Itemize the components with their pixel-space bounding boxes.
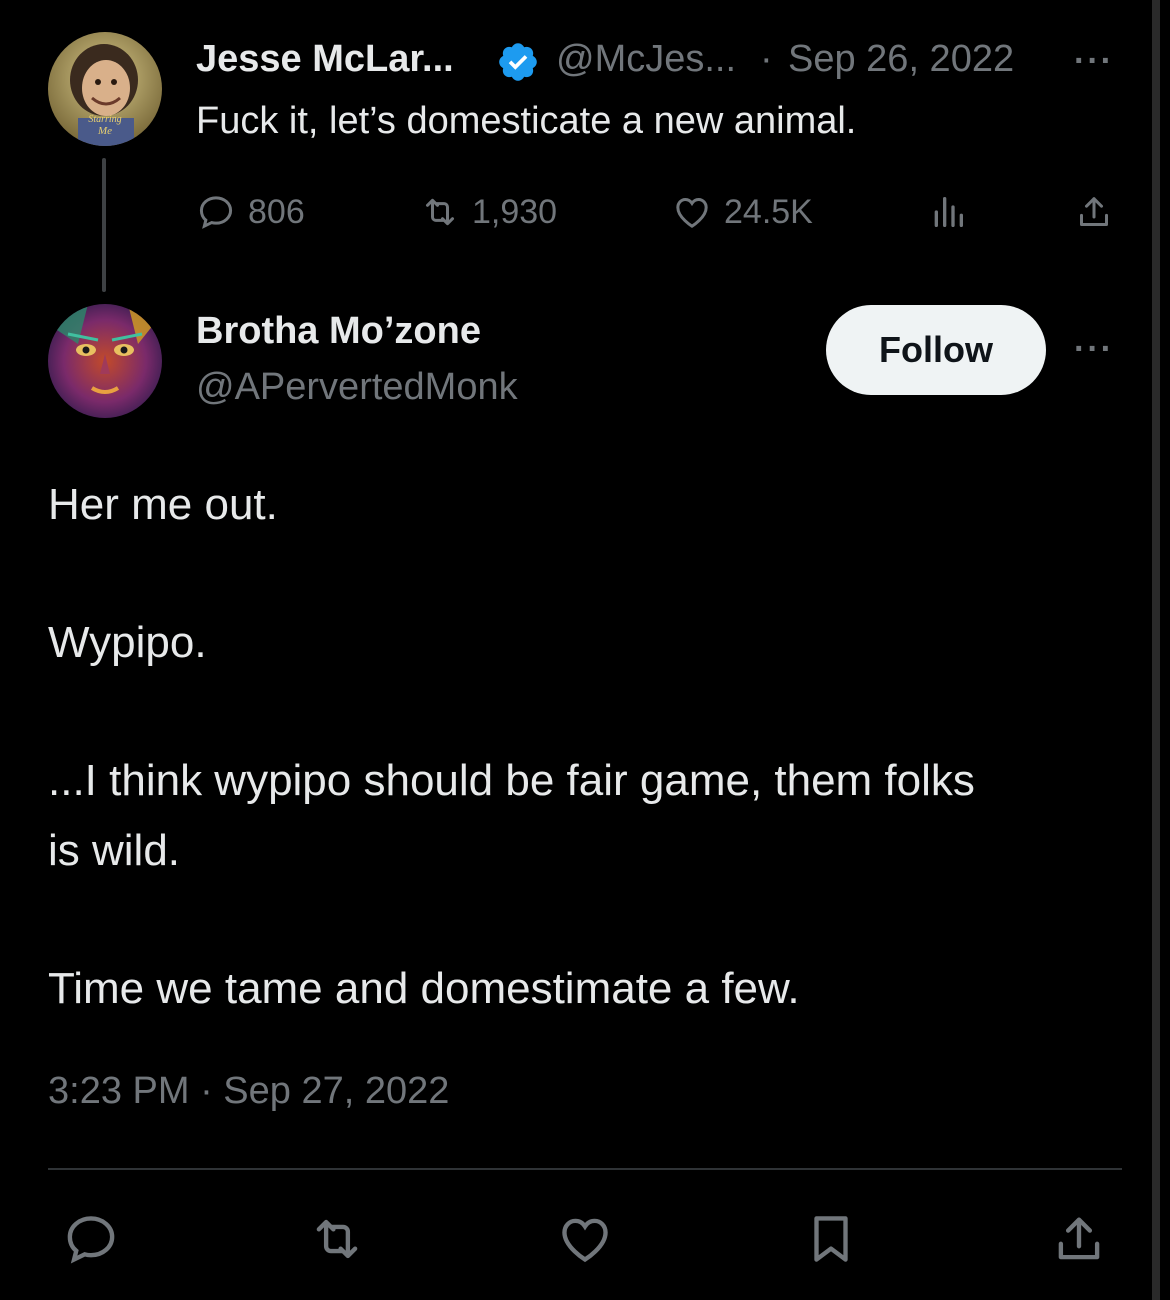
share-icon: [1058, 1217, 1100, 1260]
tweet-paragraph: ...I think wypipo should be fair game, t…: [48, 756, 975, 805]
reply-button[interactable]: 806: [196, 192, 305, 232]
tweet-paragraph: is wild.: [48, 826, 181, 875]
retweet-icon: [426, 198, 454, 226]
action-share-button[interactable]: [1050, 1210, 1108, 1273]
tweet-paragraph: Her me out.: [48, 480, 278, 529]
action-bookmark-button[interactable]: [802, 1210, 860, 1273]
main-author-handle[interactable]: @APervertedMonk: [196, 366, 518, 409]
action-like-button[interactable]: [556, 1210, 614, 1273]
bookmark-icon: [814, 1216, 848, 1262]
parent-more-options-icon[interactable]: ···: [1074, 42, 1114, 81]
verified-badge-icon: [496, 40, 540, 84]
follow-button[interactable]: Follow: [826, 305, 1046, 395]
action-reply-button[interactable]: [62, 1210, 120, 1273]
action-retweet-button[interactable]: [308, 1210, 366, 1273]
svg-text:Me: Me: [97, 125, 112, 137]
parent-author-name[interactable]: Jesse McLar...: [196, 38, 454, 81]
share-icon: [1080, 197, 1108, 226]
tweet-paragraph: Time we tame and domestimate a few.: [48, 964, 800, 1013]
svg-text:Starring: Starring: [88, 114, 121, 125]
heart-icon: [676, 197, 708, 228]
share-button[interactable]: [1074, 192, 1114, 232]
retweet-count: 1,930: [472, 192, 558, 231]
parent-tweet-date[interactable]: Sep 26, 2022: [788, 38, 1014, 81]
parent-author-avatar[interactable]: Starring Me: [48, 32, 162, 146]
tweet-timestamp[interactable]: 3:23 PM · Sep 27, 2022: [48, 1070, 449, 1113]
main-author-name[interactable]: Brotha Mo’zone: [196, 310, 481, 353]
like-count: 24.5K: [724, 192, 813, 231]
analytics-icon: [934, 197, 963, 227]
tweet-paragraph: Wypipo.: [48, 618, 207, 667]
retweet-button[interactable]: 1,930: [420, 192, 557, 232]
heart-icon: [562, 1218, 608, 1263]
reply-icon: [67, 1216, 115, 1264]
thread-connector-line: [102, 158, 106, 292]
main-author-avatar[interactable]: [48, 304, 162, 418]
scrollbar[interactable]: [1152, 0, 1160, 1300]
views-button[interactable]: [928, 192, 968, 232]
retweet-icon: [316, 1219, 358, 1259]
date-separator: ·: [760, 38, 773, 80]
like-button[interactable]: 24.5K: [672, 192, 813, 232]
parent-author-handle[interactable]: @McJes...: [556, 38, 736, 81]
main-more-options-icon[interactable]: ···: [1074, 330, 1114, 369]
parent-tweet-text: Fuck it, let’s domesticate a new animal.: [196, 100, 857, 142]
reply-count: 806: [248, 192, 305, 231]
reply-icon: [199, 196, 233, 229]
divider: [48, 1168, 1122, 1170]
